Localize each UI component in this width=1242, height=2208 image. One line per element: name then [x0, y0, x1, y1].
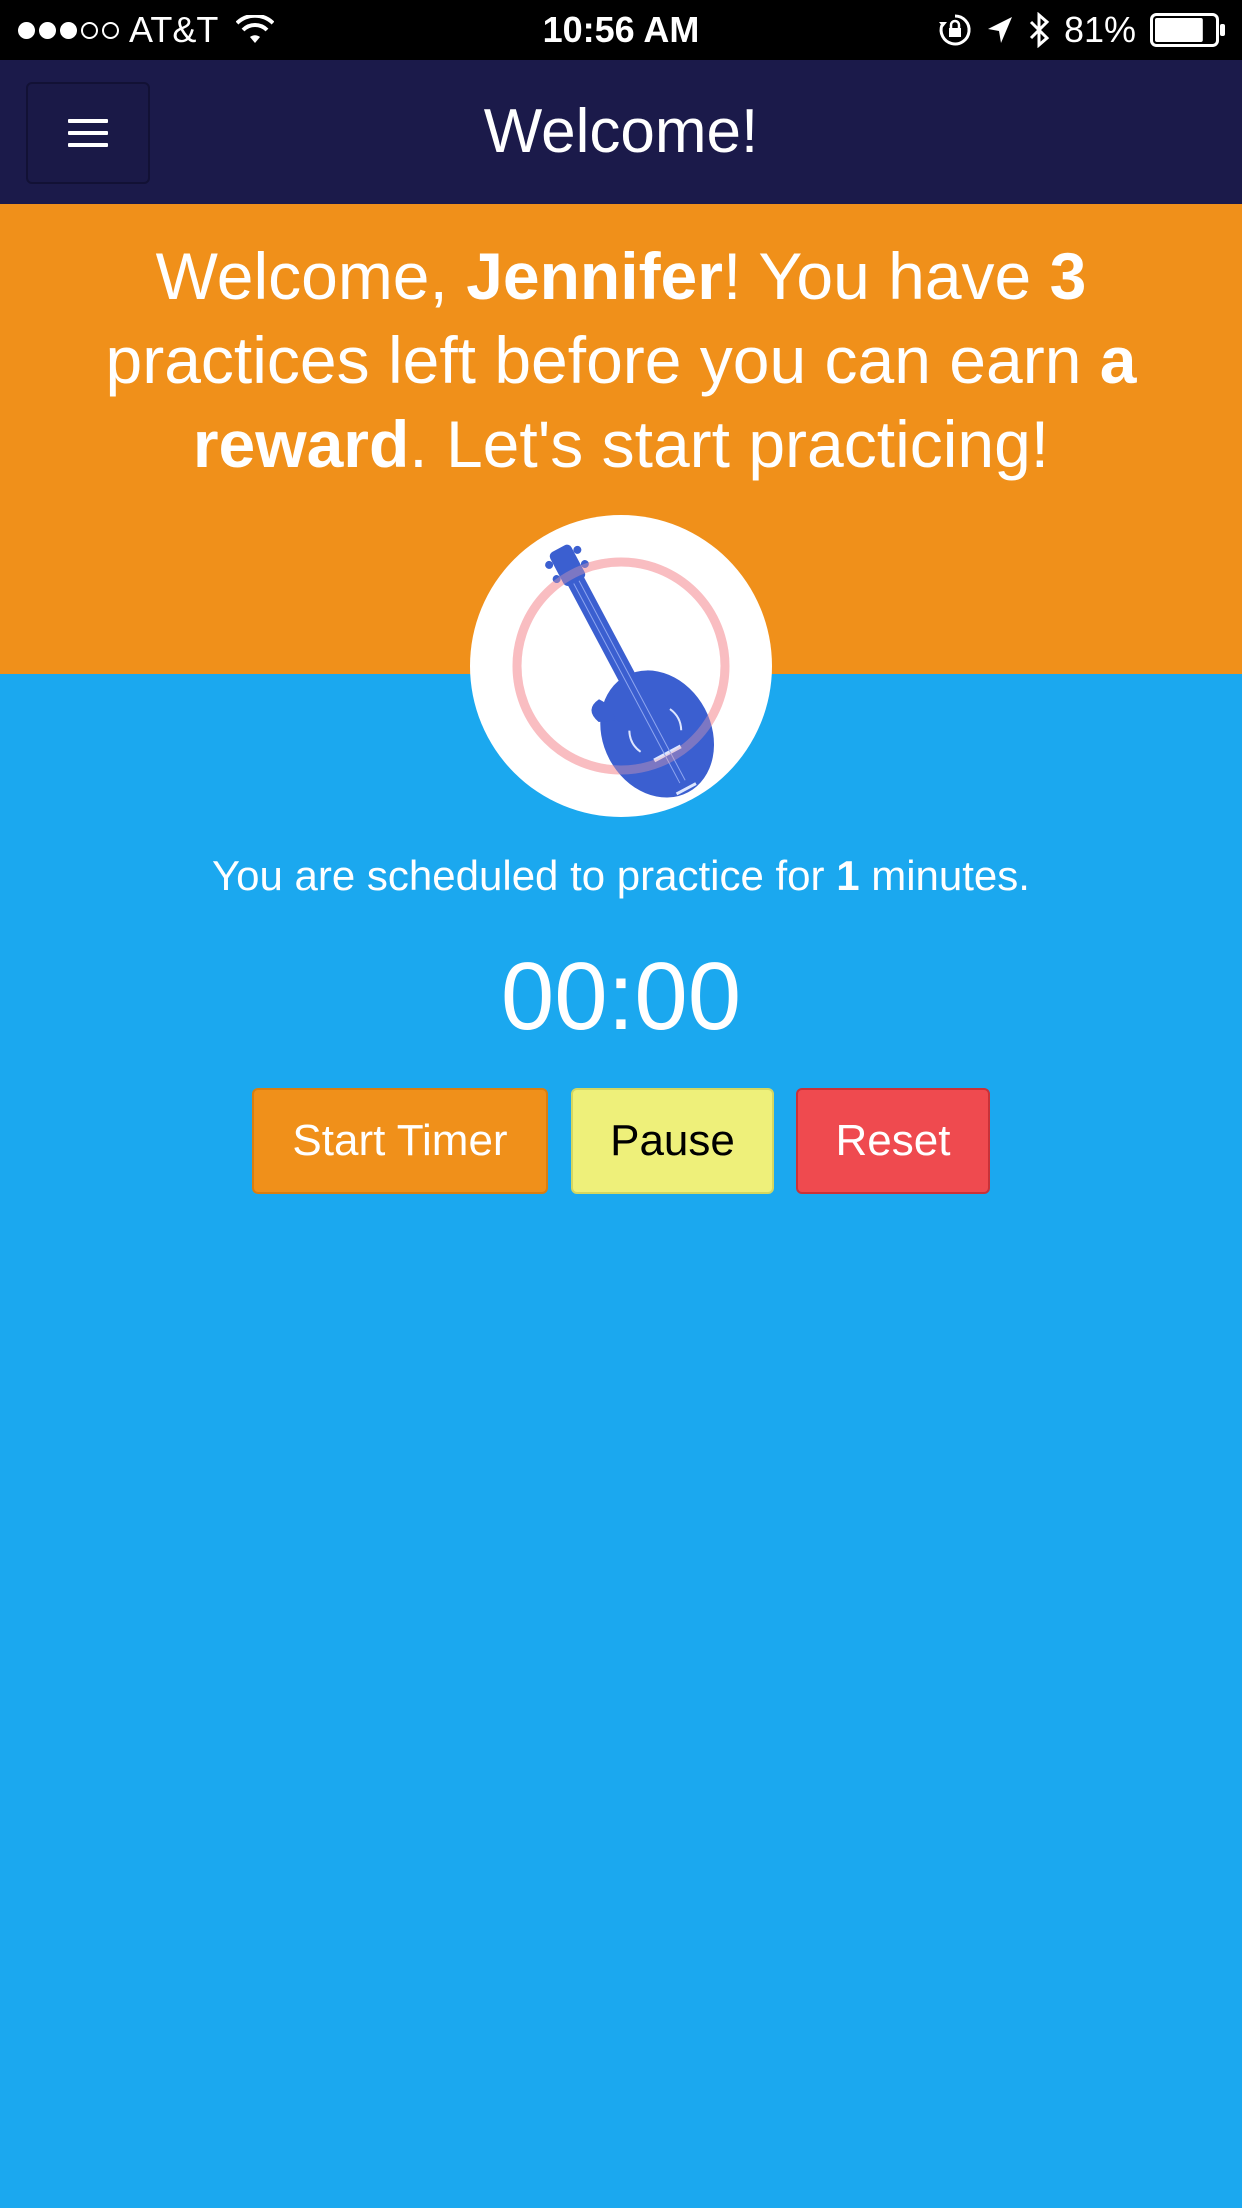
app-screen: AT&T 10:56 AM 81% Welcome! Welcome, Jenn…	[0, 0, 1242, 2208]
hamburger-icon	[68, 119, 108, 147]
bluetooth-icon	[1029, 12, 1050, 48]
battery-icon	[1150, 13, 1225, 47]
page-title: Welcome!	[483, 97, 759, 166]
start-timer-button[interactable]: Start Timer	[252, 1088, 548, 1194]
instrument-avatar	[470, 515, 772, 817]
signal-strength-icon	[18, 21, 119, 39]
mandolin-icon	[512, 544, 730, 798]
wifi-icon	[236, 15, 275, 43]
rotation-lock-icon	[938, 14, 971, 46]
schedule-text-part: minutes.	[859, 852, 1030, 899]
carrier-name: AT&T	[129, 9, 219, 50]
status-bar: AT&T 10:56 AM 81%	[0, 0, 1242, 60]
welcome-message: Welcome, Jennifer! You have 3 practices …	[60, 234, 1182, 486]
schedule-message: You are scheduled to practice for 1 minu…	[0, 848, 1242, 904]
navigation-bar: Welcome!	[0, 60, 1242, 204]
welcome-text-part: Welcome,	[155, 239, 467, 313]
location-arrow-icon	[987, 17, 1012, 43]
battery-percentage: 81%	[1063, 9, 1136, 50]
timer-display: 00:00	[500, 943, 742, 1050]
welcome-text-part: . Let's start practicing!	[409, 407, 1050, 481]
practices-left-count: 3	[1049, 239, 1087, 313]
scheduled-minutes: 1	[836, 852, 860, 899]
pause-button[interactable]: Pause	[571, 1088, 774, 1194]
status-left: AT&T	[18, 9, 275, 50]
welcome-text-part: practices left before you can earn	[105, 323, 1100, 397]
user-name: Jennifer	[466, 239, 723, 313]
menu-button[interactable]	[26, 82, 150, 184]
welcome-text-part: ! You have	[722, 239, 1050, 313]
reset-button[interactable]: Reset	[796, 1088, 990, 1194]
schedule-text-part: You are scheduled to practice for	[212, 852, 837, 899]
status-right: 81%	[938, 10, 1226, 50]
